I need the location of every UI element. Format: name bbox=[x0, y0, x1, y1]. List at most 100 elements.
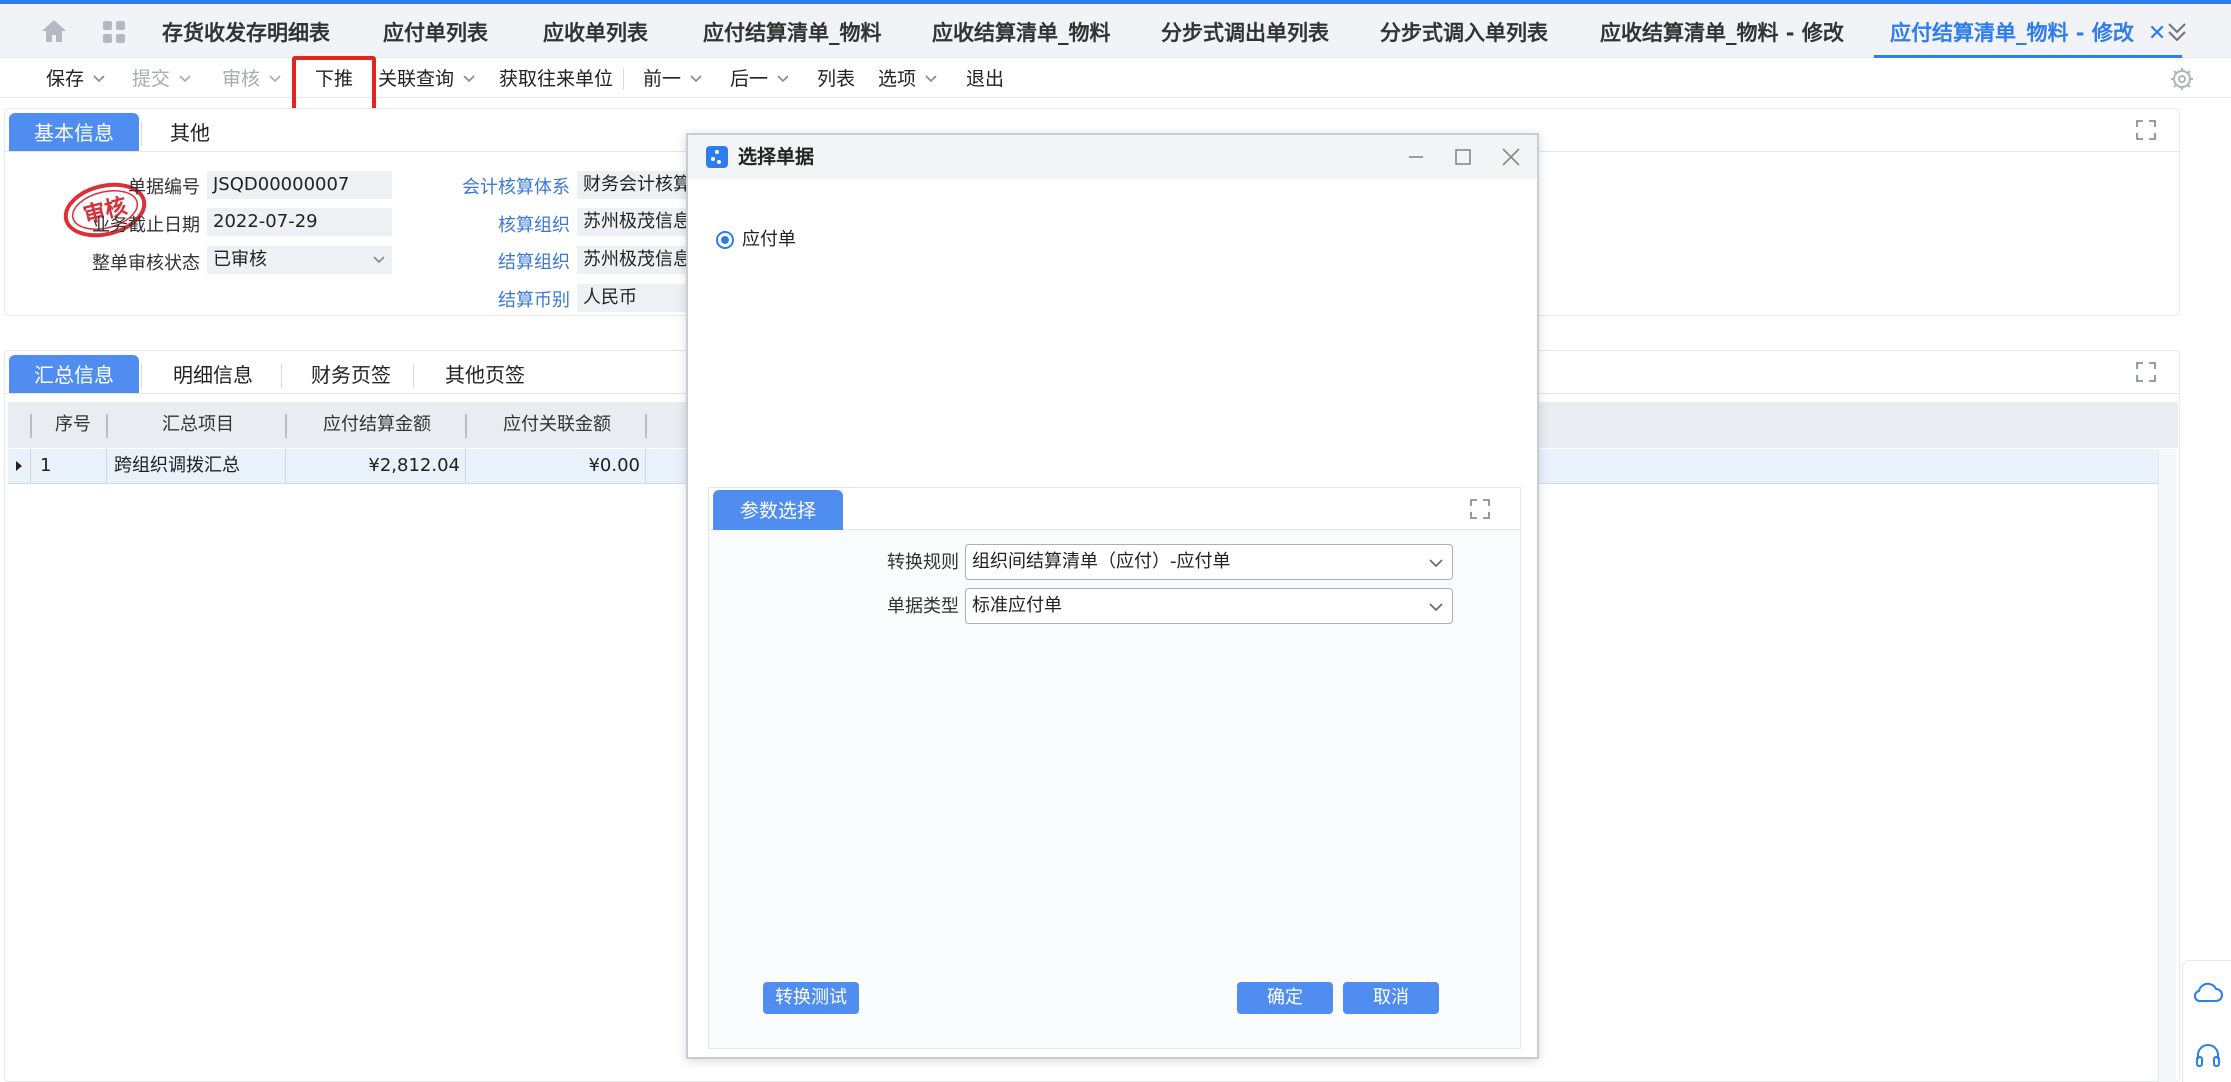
expand-icon[interactable] bbox=[1469, 498, 1491, 520]
acct-org-label: 核算组织 bbox=[498, 215, 570, 236]
chevron-down-icon bbox=[690, 75, 702, 83]
expand-icon[interactable] bbox=[2135, 361, 2157, 383]
dialog-titlebar[interactable]: 选择单据 bbox=[688, 135, 1537, 179]
submit-label: 提交 bbox=[132, 68, 171, 90]
chevron-down-icon bbox=[1429, 603, 1443, 612]
tab-receivable-settlement-edit[interactable]: 应收结算清单_物料 - 修改 bbox=[1600, 4, 1844, 58]
column-header-amount[interactable]: 应付结算金额 bbox=[287, 402, 467, 448]
conversion-rule-select[interactable]: 组织间结算清单（应付）-应付单 bbox=[965, 544, 1453, 580]
acct-org-field[interactable]: 苏州极茂信息 bbox=[577, 208, 689, 236]
cell-divider bbox=[285, 449, 286, 483]
audit-button[interactable]: 审核 bbox=[222, 58, 282, 98]
tab-basic-info[interactable]: 基本信息 bbox=[9, 113, 139, 151]
home-icon[interactable] bbox=[40, 18, 68, 44]
cell-seq: 1 bbox=[40, 455, 52, 476]
tab-divider bbox=[141, 364, 142, 388]
conversion-test-button[interactable]: 转换测试 bbox=[763, 982, 859, 1014]
cell-divider bbox=[30, 449, 31, 483]
list-button[interactable]: 列表 bbox=[817, 58, 855, 98]
currency-label: 结算币别 bbox=[498, 290, 570, 311]
submit-button[interactable]: 提交 bbox=[132, 58, 192, 98]
tab-stepwise-out-list[interactable]: 分步式调出单列表 bbox=[1161, 4, 1329, 58]
tab-receivable-list[interactable]: 应收单列表 bbox=[543, 4, 648, 58]
confirm-button[interactable]: 确定 bbox=[1237, 982, 1333, 1014]
cell-divider bbox=[465, 449, 466, 483]
tab-other-pages[interactable]: 其他页签 bbox=[427, 355, 543, 393]
tab-summary-info[interactable]: 汇总信息 bbox=[9, 355, 139, 393]
radio-label: 应付单 bbox=[742, 229, 796, 250]
chevron-down-icon bbox=[269, 75, 281, 83]
minimize-icon[interactable] bbox=[1404, 145, 1428, 169]
tab-payable-settlement-edit[interactable]: 应付结算清单_物料 - 修改 ✕ bbox=[1874, 4, 2183, 58]
bill-type-value: 标准应付单 bbox=[972, 595, 1062, 616]
dialog-title: 选择单据 bbox=[738, 146, 815, 168]
tab-inventory-detail[interactable]: 存货收发存明细表 bbox=[162, 4, 330, 58]
settle-org-field[interactable]: 苏州极茂信息 bbox=[577, 246, 689, 274]
related-query-button[interactable]: 关联查询 bbox=[378, 58, 476, 98]
column-header-item[interactable]: 汇总项目 bbox=[108, 402, 288, 448]
tab-parameter-select[interactable]: 参数选择 bbox=[713, 490, 843, 530]
save-button[interactable]: 保存 bbox=[46, 58, 106, 98]
apps-grid-icon[interactable] bbox=[102, 20, 126, 44]
tab-finance[interactable]: 财务页签 bbox=[293, 355, 409, 393]
vertical-scrollbar[interactable] bbox=[2158, 449, 2176, 1082]
app-logo-icon bbox=[706, 146, 728, 168]
gear-icon[interactable] bbox=[2170, 67, 2194, 91]
tab-stepwise-in-list[interactable]: 分步式调入单列表 bbox=[1380, 4, 1548, 58]
audit-status-label: 整单审核状态 bbox=[92, 253, 200, 274]
end-date-label: 业务截止日期 bbox=[92, 215, 200, 236]
audit-status-value: 已审核 bbox=[213, 249, 267, 270]
tab-payable-settlement-material[interactable]: 应付结算清单_物料 bbox=[703, 4, 882, 58]
bill-no-label: 单据编号 bbox=[128, 177, 200, 198]
tab-receivable-settlement-material[interactable]: 应收结算清单_物料 bbox=[932, 4, 1111, 58]
conversion-rule-value: 组织间结算清单（应付）-应付单 bbox=[972, 551, 1231, 572]
close-icon[interactable] bbox=[1499, 145, 1523, 169]
cell-item: 跨组织调拨汇总 bbox=[114, 455, 240, 476]
chevron-down-icon bbox=[179, 75, 191, 83]
tab-divider bbox=[141, 122, 142, 146]
chevron-down-icon bbox=[93, 75, 105, 83]
push-down-button[interactable]: 下推 bbox=[315, 58, 353, 98]
cancel-button[interactable]: 取消 bbox=[1343, 982, 1439, 1014]
headset-icon[interactable] bbox=[2194, 1041, 2222, 1069]
parameter-panel-header: 参数选择 bbox=[709, 488, 1520, 530]
currency-field[interactable]: 人民币 bbox=[577, 284, 689, 312]
radio-dot bbox=[721, 236, 729, 244]
next-button[interactable]: 后一 bbox=[730, 58, 790, 98]
tab-divider bbox=[281, 364, 282, 388]
chevron-down-icon bbox=[777, 75, 789, 83]
save-label: 保存 bbox=[46, 68, 85, 90]
column-header-related[interactable]: 应付关联金额 bbox=[467, 402, 647, 448]
tab-detail-info[interactable]: 明细信息 bbox=[155, 355, 271, 393]
chevron-down-icon bbox=[1429, 559, 1443, 568]
double-chevron-down-icon[interactable] bbox=[2164, 20, 2190, 46]
cell-divider bbox=[106, 449, 107, 483]
cloud-icon[interactable] bbox=[2193, 981, 2223, 1005]
tab-bar: 存货收发存明细表 应付单列表 应收单列表 应付结算清单_物料 应收结算清单_物料… bbox=[0, 4, 2231, 58]
exit-button[interactable]: 退出 bbox=[966, 58, 1004, 98]
chevron-down-icon bbox=[373, 256, 385, 264]
cell-divider bbox=[645, 449, 646, 483]
previous-button[interactable]: 前一 bbox=[643, 58, 703, 98]
previous-label: 前一 bbox=[643, 68, 682, 90]
tab-other[interactable]: 其他 bbox=[155, 113, 225, 151]
expand-icon[interactable] bbox=[2135, 119, 2157, 141]
audit-status-select[interactable]: 已审核 bbox=[207, 246, 392, 274]
tab-payable-list[interactable]: 应付单列表 bbox=[383, 4, 488, 58]
options-label: 选项 bbox=[878, 68, 917, 90]
cell-related: ¥0.00 bbox=[588, 455, 640, 476]
end-date-field[interactable]: 2022-07-29 bbox=[207, 208, 392, 236]
column-header-seq[interactable]: 序号 bbox=[32, 402, 114, 448]
options-button[interactable]: 选项 bbox=[878, 58, 938, 98]
bill-no-field[interactable]: JSQD00000007 bbox=[207, 171, 392, 199]
get-partner-button[interactable]: 获取往来单位 bbox=[499, 58, 613, 98]
radio-button[interactable] bbox=[716, 231, 734, 249]
chevron-down-icon bbox=[463, 75, 475, 83]
acct-system-field[interactable]: 财务会计核算 bbox=[577, 171, 689, 199]
cell-amount: ¥2,812.04 bbox=[368, 455, 460, 476]
bill-type-select[interactable]: 标准应付单 bbox=[965, 588, 1453, 624]
conversion-rule-label: 转换规则 bbox=[887, 552, 959, 573]
toolbar-divider bbox=[623, 68, 624, 90]
select-bill-dialog: 选择单据 应付单 参数选择 转换规则 组织间结算清单（应付）-应付单 单据类型 … bbox=[686, 133, 1539, 1059]
maximize-icon[interactable] bbox=[1451, 145, 1475, 169]
